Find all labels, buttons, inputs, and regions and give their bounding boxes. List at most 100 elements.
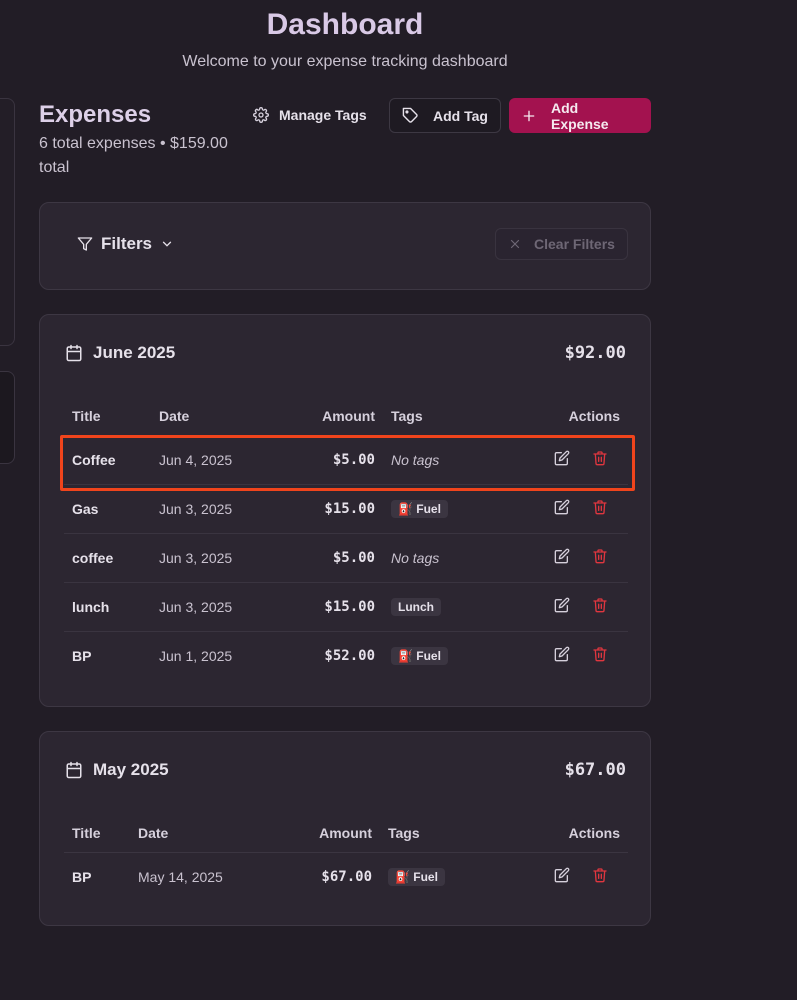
row-date: Jun 4, 2025	[151, 435, 269, 485]
clear-filters-label: Clear Filters	[534, 236, 615, 252]
row-title: BP	[72, 868, 92, 885]
filters-label: Filters	[101, 234, 153, 253]
delete-button[interactable]	[592, 597, 608, 613]
edit-button[interactable]	[554, 548, 570, 564]
month-group-june: June 2025 $92.00 Title Date Amount Tags …	[39, 314, 651, 707]
month-group-may: May 2025 $67.00 Title Date Amount Tags A…	[39, 731, 651, 926]
row-amount: $67.00	[321, 868, 372, 885]
calendar-icon	[66, 344, 82, 362]
expenses-table: Title Date Amount Tags Actions BP May 14…	[64, 815, 628, 901]
filters-toggle[interactable]: Filters	[77, 234, 174, 254]
table-row: lunch Jun 3, 2025 $15.00 Lunch	[64, 582, 628, 632]
tag-badge: ⛽ Fuel	[391, 646, 448, 665]
row-amount: $5.00	[269, 533, 383, 583]
row-date: Jun 3, 2025	[151, 582, 269, 632]
add-tag-label: Add Tag	[433, 107, 488, 124]
column-tags: Tags	[380, 815, 490, 853]
month-total: $67.00	[564, 760, 626, 780]
row-title: BP	[72, 647, 92, 664]
trash-icon	[593, 500, 607, 515]
tag-badge: Lunch	[391, 597, 441, 616]
no-tags-text: No tags	[391, 549, 440, 566]
add-expense-button[interactable]: Add Expense	[509, 98, 651, 133]
column-amount: Amount	[269, 398, 383, 436]
column-amount: Amount	[266, 815, 380, 853]
trash-icon	[593, 598, 607, 613]
chevron-down-icon	[162, 241, 172, 247]
delete-button[interactable]	[592, 499, 608, 515]
tag-badge: ⛽ Fuel	[391, 499, 448, 518]
delete-button[interactable]	[592, 548, 608, 564]
month-label: May 2025	[93, 760, 169, 779]
month-header: June 2025	[65, 343, 175, 363]
row-date: Jun 3, 2025	[151, 533, 269, 583]
expenses-table: Title Date Amount Tags Actions Coffee Ju…	[64, 398, 628, 680]
row-amount: $5.00	[269, 435, 383, 485]
page-subtitle: Welcome to your expense tracking dashboa…	[182, 53, 508, 70]
trash-icon	[593, 647, 607, 662]
expenses-summary: 6 total expenses • $159.00 total	[39, 135, 228, 176]
trash-icon	[593, 451, 607, 466]
tag-badge: ⛽ Fuel	[388, 867, 445, 886]
edit-icon	[554, 597, 570, 613]
sidebar-panel-fragment-lower	[0, 371, 15, 464]
add-tag-button[interactable]: Add Tag	[389, 98, 501, 133]
row-title: lunch	[64, 582, 151, 632]
row-title: Coffee	[64, 435, 151, 485]
column-title: Title	[64, 815, 130, 853]
manage-tags-label: Manage Tags	[279, 107, 367, 123]
row-date: Jun 3, 2025	[151, 484, 269, 534]
table-header-row: Title Date Amount Tags Actions	[64, 398, 628, 436]
delete-button[interactable]	[592, 646, 608, 662]
close-icon	[510, 239, 520, 249]
row-amount: $15.00	[269, 484, 383, 534]
row-title: Gas	[64, 484, 151, 534]
table-row: Gas Jun 3, 2025 $15.00 ⛽ Fuel	[64, 484, 628, 534]
add-expense-label: Add Expense	[551, 99, 609, 132]
edit-button[interactable]	[554, 499, 570, 515]
tag-icon	[402, 107, 418, 123]
page-title: Dashboard	[266, 8, 424, 41]
edit-icon	[554, 548, 570, 564]
edit-icon	[554, 450, 570, 466]
column-actions: Actions	[493, 398, 628, 436]
column-tags: Tags	[383, 398, 493, 436]
table-header-row: Title Date Amount Tags Actions	[64, 815, 628, 853]
row-title: coffee	[64, 533, 151, 583]
trash-icon	[593, 549, 607, 564]
page: Dashboard Welcome to your expense tracki…	[0, 0, 797, 1000]
month-label: June 2025	[93, 343, 176, 362]
column-date: Date	[151, 398, 269, 436]
column-title: Title	[64, 398, 151, 436]
edit-button[interactable]	[554, 646, 570, 662]
row-date: May 14, 2025	[138, 868, 223, 885]
expenses-title: Expenses	[39, 101, 152, 128]
delete-button[interactable]	[592, 867, 608, 883]
trash-icon	[593, 868, 607, 883]
edit-icon	[554, 867, 570, 883]
edit-button[interactable]	[554, 867, 570, 883]
filters-panel: Filters Clear Filters	[39, 202, 651, 290]
row-amount: $52.00	[324, 647, 375, 664]
row-amount: $15.00	[269, 582, 383, 632]
table-row: BP Jun 1, 2025 $52.00 ⛽ Fuel	[64, 631, 628, 680]
calendar-icon	[66, 761, 82, 779]
month-header: May 2025	[65, 760, 169, 780]
manage-tags-button[interactable]: Manage Tags	[253, 104, 367, 126]
edit-button[interactable]	[554, 597, 570, 613]
edit-icon	[554, 646, 570, 662]
edit-button[interactable]	[554, 450, 570, 466]
no-tags-text: No tags	[391, 451, 440, 468]
gear-icon	[253, 107, 269, 123]
sidebar-panel-fragment	[0, 98, 15, 346]
month-total: $92.00	[564, 343, 626, 363]
delete-button[interactable]	[592, 450, 608, 466]
table-row: Coffee Jun 4, 2025 $5.00 No tags	[64, 435, 628, 485]
table-row: coffee Jun 3, 2025 $5.00 No tags	[64, 533, 628, 583]
edit-icon	[554, 499, 570, 515]
column-actions: Actions	[490, 815, 628, 853]
row-date: Jun 1, 2025	[159, 647, 233, 664]
clear-filters-button[interactable]: Clear Filters	[495, 228, 628, 260]
filter-icon	[77, 237, 93, 251]
table-row: BP May 14, 2025 $67.00 ⛽ Fuel	[64, 852, 628, 901]
